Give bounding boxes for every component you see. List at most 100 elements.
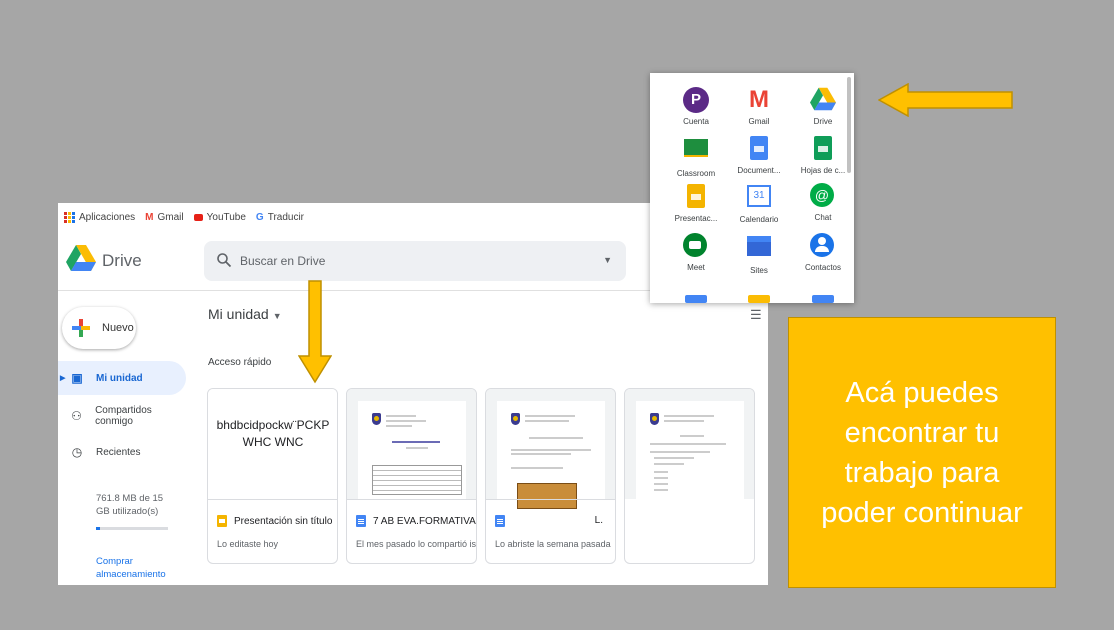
file-card[interactable] [624,388,755,564]
bookmark-gmail[interactable]: M Gmail [145,212,183,223]
file-name-extra: L. [594,515,603,526]
page-title-label: Mi unidad [208,306,269,322]
contacts-icon [810,233,836,259]
file-meta: El mes pasado lo compartió isido... [356,539,477,549]
gmail-icon: M [145,211,154,223]
app-launcher-sites[interactable]: Sites [730,233,788,275]
bookmark-translate[interactable]: G Traducir [256,212,304,223]
file-name [495,515,512,527]
app-label: Chat [814,213,832,222]
storage-usage-text: 761.8 MB de 15 GB utilizado(s) [96,493,164,517]
file-card[interactable]: bhdbcidpockw¨PCKPWHC WNC Presentación si… [207,388,338,564]
app-label: Document... [737,166,781,175]
account-icon: P [683,87,709,113]
app-launcher-partial[interactable] [812,295,834,303]
clock-icon: ◷ [71,445,83,459]
drive-icon [810,87,836,113]
quick-access-heading: Acceso rápido [208,357,272,368]
app-launcher-classroom[interactable]: Classroom [667,135,725,178]
left-arrow-icon [878,83,1013,117]
file-name: 7 AB EVA.FORMATIVA [356,515,476,527]
docs-file-icon [356,515,366,527]
sidebar-item-recent[interactable]: ◷ Recientes [58,435,186,469]
docs-icon [746,136,772,162]
new-button[interactable]: Nuevo [62,307,136,349]
app-launcher-calendar[interactable]: 31 Calendario [730,183,788,224]
calendar-icon: 31 [746,185,772,211]
sidebar-item-label: Compartidos conmigo [95,405,152,427]
translate-icon: G [255,211,264,223]
app-label: Hojas de c... [800,166,846,175]
search-options-icon[interactable]: ▼ [603,255,612,265]
app-label: Calendario [739,215,779,224]
app-launcher-account[interactable]: P Cuenta [667,87,725,126]
expand-icon[interactable]: ▶ [60,374,65,382]
youtube-icon [193,213,203,221]
scrollbar[interactable] [847,77,851,173]
sidebar-item-label: Recientes [96,446,141,458]
sites-icon [746,236,772,262]
app-launcher-partial[interactable] [685,295,707,303]
gmail-icon: M [749,86,769,113]
file-card[interactable]: 7 AB EVA.FORMATIVA El mes pasado lo comp… [346,388,477,564]
storage-bar [96,527,168,530]
app-launcher-sheets[interactable]: Hojas de c... [794,135,852,175]
search-input[interactable]: Buscar en Drive [240,254,325,268]
file-thumbnail: bhdbcidpockw¨PCKPWHC WNC [208,389,337,499]
file-meta: Lo abriste la semana pasada [495,539,611,549]
app-label: Classroom [676,169,716,178]
app-launcher-contacts[interactable]: Contactos [794,233,852,272]
app-label: Sites [750,266,768,275]
bookmark-label: Gmail [157,211,184,223]
plus-icon [72,319,90,337]
apps-grid-icon [64,211,75,223]
file-thumbnail [486,389,615,509]
storage-bar-fill [96,527,100,530]
list-view-icon[interactable]: ☰ [750,307,762,323]
bookmark-label: Traducir [267,211,305,223]
app-label: Meet [687,263,705,272]
sidebar-item-label: Mi unidad [96,372,143,384]
chevron-down-icon: ▼ [272,311,282,321]
app-label: Cuenta [683,117,709,126]
new-button-label: Nuevo [102,322,134,334]
drive-folder-icon: ▣ [71,371,83,385]
bookmark-label: YouTube [206,211,246,223]
buy-storage-link[interactable]: Comprar almacenamiento [96,555,176,581]
file-name-label: Presentación sin título [234,515,333,527]
shared-people-icon: ⚇ [71,409,82,423]
app-launcher-partial[interactable] [748,295,770,303]
slides-icon [683,184,709,210]
file-card[interactable]: L. Lo abriste la semana pasada [485,388,616,564]
app-launcher-docs[interactable]: Document... [730,135,788,175]
search-icon [217,253,232,268]
meet-icon [683,233,709,259]
classroom-icon [683,139,709,165]
search-box[interactable]: Buscar en Drive ▼ [204,241,626,281]
file-thumbnail [347,389,476,499]
bookmark-label: Aplicaciones [79,211,136,223]
app-launcher-gmail[interactable]: M Gmail [730,86,788,127]
sidebar-item-my-drive[interactable]: ▶ ▣ Mi unidad [58,361,186,395]
app-launcher-slides[interactable]: Presentac... [667,183,725,223]
app-launcher-chat[interactable]: @ Chat [794,183,852,222]
sidebar-item-shared[interactable]: ⚇ Compartidos conmigo [58,399,186,433]
instruction-callout: Acá puedes encontrar tu trabajo para pod… [788,317,1056,588]
drive-logo-icon[interactable] [66,245,96,271]
page-title[interactable]: Mi unidad ▼ [208,306,282,322]
docs-file-icon [495,515,505,527]
thumbnail-text: bhdbcidpockw¨PCKPWHC WNC [216,418,330,449]
bookmark-youtube[interactable]: YouTube [193,211,246,223]
slides-file-icon [217,515,227,527]
chat-icon: @ [810,183,836,209]
app-label: Presentac... [674,214,718,223]
google-apps-panel: P Cuenta M Gmail Drive Classroom Document... Ho… [650,73,854,303]
down-arrow-icon [298,280,332,384]
file-thumbnail [625,389,754,499]
app-label: Drive [813,117,833,126]
app-launcher-meet[interactable]: Meet [667,233,725,272]
app-launcher-drive[interactable]: Drive [794,87,852,126]
brand-name: Drive [102,251,142,270]
callout-text: Acá puedes encontrar tu trabajo para pod… [821,376,1023,529]
bookmark-apps[interactable]: Aplicaciones [64,211,136,223]
